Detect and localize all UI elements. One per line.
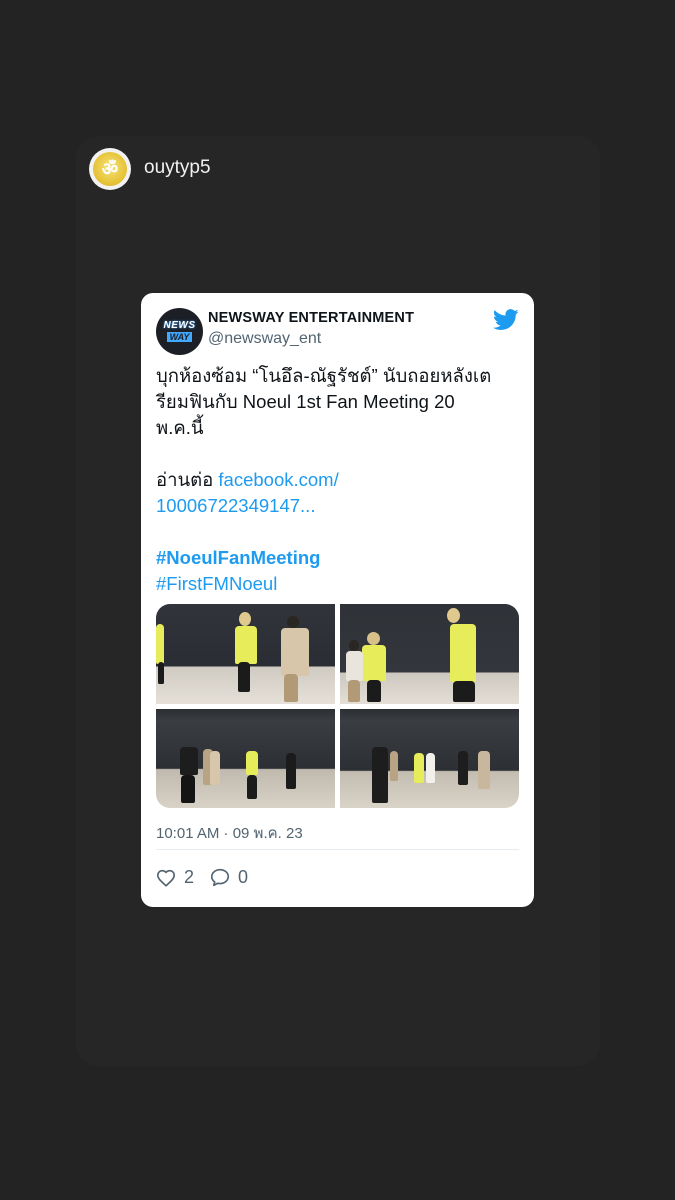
author-avatar[interactable]: NEWS WAY	[156, 308, 203, 355]
tweet-timestamp[interactable]: 10:01 AM · 09 พ.ค. 23	[156, 821, 303, 845]
om-avatar-icon: ॐ	[93, 152, 127, 186]
avatar-logo-bottom: WAY	[166, 332, 193, 342]
body-line-2: รียมฟินกับ Noeul 1st Fan Meeting 20	[156, 391, 455, 412]
photo-4[interactable]	[340, 708, 519, 808]
link-part-1[interactable]: facebook.com/	[218, 469, 338, 490]
tweet-body: บุกห้องซ้อม “โนอึล-ณัฐรัชต์” นับถอยหลังเ…	[156, 363, 521, 597]
reply-button[interactable]: 0	[210, 867, 248, 888]
username[interactable]: ouytyp5	[144, 157, 211, 179]
body-line-3: พ.ค.นี้	[156, 417, 204, 438]
like-count: 2	[184, 867, 195, 887]
body-line-1: บุกห้องซ้อม “โนอึล-ณัฐรัชต์” นับถอยหลังเ…	[156, 365, 492, 386]
photo-2[interactable]	[340, 604, 519, 704]
avatar-logo-top: NEWS	[163, 320, 196, 331]
author-name[interactable]: NEWSWAY ENTERTAINMENT	[208, 310, 414, 326]
read-more-prefix: อ่านต่อ	[156, 469, 219, 490]
twitter-bird-icon[interactable]	[493, 309, 519, 331]
read-more-line: อ่านต่อ facebook.com/	[156, 467, 521, 493]
media-grid[interactable]	[156, 604, 519, 808]
story-header: ॐ ouytyp5	[76, 136, 600, 200]
author-handle[interactable]: @newsway_ent	[208, 330, 321, 348]
photo-3[interactable]	[156, 708, 335, 808]
hashtag-noeulfanmeeting[interactable]: #NoeulFanMeeting	[156, 545, 521, 571]
tweet-actions: 2 0	[156, 867, 264, 888]
heart-icon	[156, 869, 176, 887]
reply-bubble-icon	[210, 868, 230, 887]
hashtag-firstfmnoeul[interactable]: #FirstFMNoeul	[156, 571, 521, 597]
like-button[interactable]: 2	[156, 867, 194, 888]
photo-1[interactable]	[156, 604, 335, 704]
reply-count: 0	[238, 867, 249, 887]
user-avatar[interactable]: ॐ	[89, 148, 131, 190]
link-part-2[interactable]: 10006722349147...	[156, 493, 521, 519]
tweet-card[interactable]: NEWS WAY NEWSWAY ENTERTAINMENT @newsway_…	[141, 293, 534, 907]
divider	[156, 849, 519, 850]
